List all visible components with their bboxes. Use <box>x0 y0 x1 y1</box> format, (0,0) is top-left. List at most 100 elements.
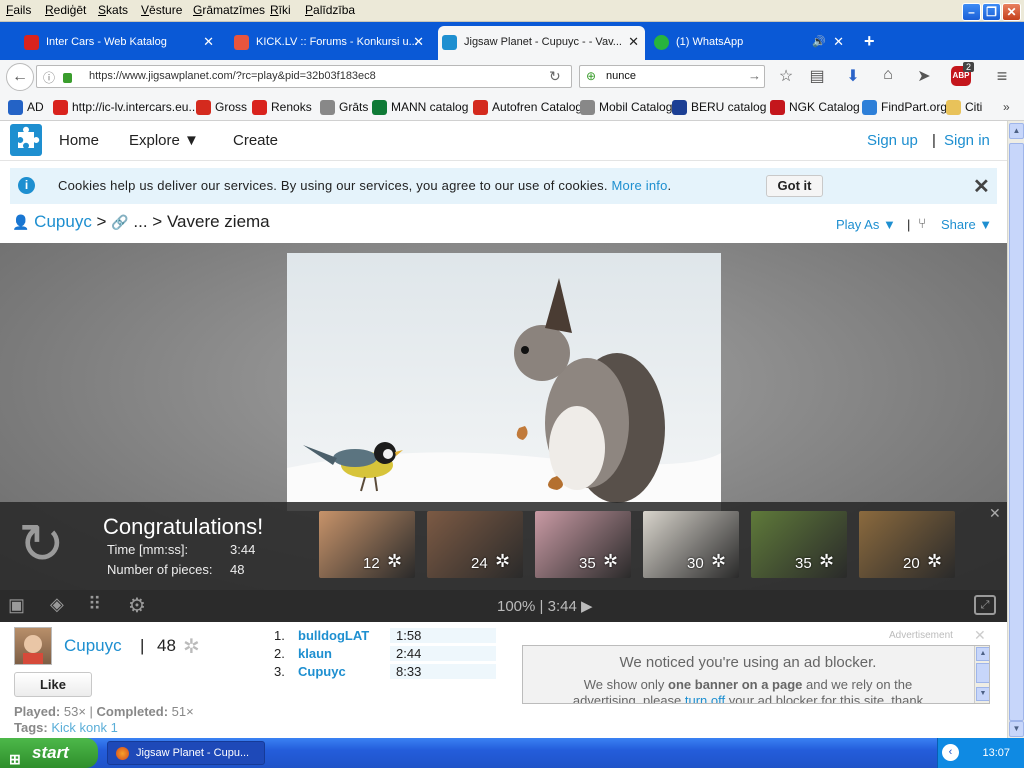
replay-icon[interactable]: ↻ <box>18 516 65 572</box>
suggested-puzzle-thumbnail[interactable]: 24 ✲ <box>427 511 523 578</box>
suggested-puzzle-thumbnail[interactable]: 12 ✲ <box>319 511 415 578</box>
bookmark-item[interactable]: MANN catalog <box>372 100 468 115</box>
bookmark-item[interactable]: Gross <box>196 100 248 115</box>
menu-history[interactable]: Vēsture <box>141 3 182 17</box>
suggested-puzzle-thumbnail[interactable]: 35 ✲ <box>535 511 631 578</box>
grid-icon[interactable]: ⠿ <box>88 594 101 615</box>
more-bookmarks-chevron-icon[interactable]: » <box>1003 100 1010 114</box>
scrollbar-thumb[interactable] <box>1009 143 1024 721</box>
search-input[interactable]: ⊕ nunce → <box>579 65 765 88</box>
share-dropdown[interactable]: Share ▼ <box>941 217 992 232</box>
jigsaw-planet-logo-icon[interactable] <box>10 124 42 156</box>
tag-link[interactable]: Kick konk 1 <box>51 720 117 735</box>
tab-jigsaw[interactable]: Jigsaw Planet - Cupuyc - - Vav... ✕ <box>438 26 645 60</box>
ad-scroll-down-icon[interactable]: ▼ <box>976 687 989 701</box>
minimize-button[interactable]: – <box>962 3 981 21</box>
close-tab-icon[interactable]: ✕ <box>833 28 844 56</box>
system-tray: ‹ 13:07 <box>937 738 1024 768</box>
start-button[interactable]: ⊞ start <box>0 738 98 768</box>
tab-whatsapp[interactable]: (1) WhatsApp 🔊 ✕ <box>650 28 850 58</box>
info-icon[interactable]: ⓘ <box>43 69 55 86</box>
share-icon[interactable]: ⑂ <box>918 215 926 231</box>
suggested-puzzle-thumbnail[interactable]: 35 ✲ <box>751 511 847 578</box>
turn-off-link[interactable]: turn off <box>685 693 725 703</box>
avatar[interactable] <box>14 627 52 665</box>
taskbar-window-firefox[interactable]: Jigsaw Planet - Cupu... <box>107 741 265 765</box>
breadcrumb-ellipsis[interactable]: ... <box>133 212 147 231</box>
bookmark-item[interactable]: Mobil Catalog <box>580 100 672 115</box>
reading-list-icon[interactable]: ▤ <box>806 66 828 86</box>
nav-explore[interactable]: Explore ▼ <box>129 132 199 149</box>
bookmark-item[interactable]: BERU catalog <box>672 100 766 115</box>
menu-bookmarks[interactable]: Grāmatzīmes <box>193 3 265 17</box>
bookmark-item[interactable]: http://ic-lv.intercars.eu... <box>53 100 199 115</box>
sign-in-link[interactable]: Sign in <box>944 132 990 149</box>
tray-expand-icon[interactable]: ‹ <box>942 744 959 761</box>
bookmark-item[interactable]: Grāts <box>320 100 368 115</box>
bookmark-item[interactable]: AD <box>8 100 44 115</box>
close-tab-icon[interactable]: ✕ <box>628 26 639 58</box>
image-preview-icon[interactable]: ▣ <box>8 595 25 616</box>
bookmark-item[interactable]: Autofren Catalog <box>473 100 582 115</box>
restore-button[interactable]: ❐ <box>982 3 1001 21</box>
menu-view[interactable]: Skats <box>98 3 128 17</box>
nav-create[interactable]: Create <box>233 132 278 149</box>
bookmark-item[interactable]: FindPart.org <box>862 100 947 115</box>
search-go-arrow-icon[interactable]: → <box>748 68 761 83</box>
leaderboard: 1. bulldogLAT 1:58 2. klaun 2:44 3. Cupuyc 8:33 <box>274 628 504 688</box>
sign-up-link[interactable]: Sign up <box>867 132 918 149</box>
close-tab-icon[interactable]: ✕ <box>203 28 214 56</box>
close-cookie-icon[interactable]: ✕ <box>973 174 990 199</box>
got-it-button[interactable]: Got it <box>766 175 823 197</box>
ghost-image-icon[interactable]: ◈ <box>50 594 64 615</box>
suggested-puzzle-thumbnail[interactable]: 20 ✲ <box>859 511 955 578</box>
send-icon[interactable]: ➤ <box>913 66 935 86</box>
ad-scrollbar[interactable]: ▲ ▼ <box>974 646 989 703</box>
fullscreen-icon[interactable]: ⤢ <box>974 595 996 615</box>
owner-name-link[interactable]: Cupuyc <box>64 636 122 656</box>
scroll-up-arrow-icon[interactable]: ▲ <box>1009 123 1024 139</box>
bookmark-item[interactable]: Citi <box>946 100 982 115</box>
leaderboard-player-link[interactable]: bulldogLAT <box>298 628 369 643</box>
close-tab-icon[interactable]: ✕ <box>413 28 424 56</box>
ad-scroll-up-icon[interactable]: ▲ <box>976 647 989 661</box>
leaderboard-player-link[interactable]: Cupuyc <box>298 664 346 679</box>
like-button[interactable]: Like <box>14 672 92 697</box>
time-label: Time [mm:ss]: <box>107 542 189 557</box>
breadcrumb-user-link[interactable]: Cupuyc <box>34 212 92 231</box>
reload-icon[interactable]: ↻ <box>549 68 561 85</box>
tab-kick[interactable]: KICK.LV :: Forums - Konkursi u... ✕ <box>230 28 430 58</box>
clock: 13:07 <box>982 747 1010 759</box>
page-scrollbar[interactable]: ▲ ▼ <box>1007 121 1024 738</box>
tab-intercars[interactable]: Inter Cars - Web Katalog ✕ <box>20 28 220 58</box>
ad-scroll-thumb[interactable] <box>976 663 989 683</box>
speaker-icon[interactable]: 🔊 <box>812 28 826 56</box>
menu-help[interactable]: Palīdzība <box>305 3 355 17</box>
address-bar[interactable]: ⓘ https://www.jigsawplanet.com/?rc=play&… <box>36 65 572 88</box>
scroll-down-arrow-icon[interactable]: ▼ <box>1009 721 1024 737</box>
close-window-button[interactable]: ✕ <box>1002 3 1021 21</box>
back-arrow-icon[interactable]: ← <box>6 63 34 91</box>
bookmark-star-icon[interactable]: ☆ <box>775 66 797 86</box>
bookmark-item[interactable]: Renoks <box>252 100 312 115</box>
settings-gear-icon[interactable]: ⚙ <box>128 593 146 618</box>
play-as-dropdown[interactable]: Play As ▼ <box>836 217 896 232</box>
start-label: start <box>32 743 69 762</box>
suggested-puzzle-thumbnail[interactable]: 30 ✲ <box>643 511 739 578</box>
close-congrats-icon[interactable]: ✕ <box>989 505 1001 522</box>
home-icon[interactable]: ⌂ <box>877 66 899 84</box>
close-ad-icon[interactable]: ✕ <box>974 627 986 644</box>
more-info-link[interactable]: More info <box>612 178 668 193</box>
link-chain-icon[interactable]: 🔗 <box>111 214 128 230</box>
bookmark-label: Gross <box>215 100 248 114</box>
menu-edit[interactable]: Rediģēt <box>45 3 86 17</box>
zoom-time-status: 100% | 3:44 ▶ <box>497 598 593 615</box>
hamburger-menu-icon[interactable]: ≡ <box>991 66 1013 87</box>
download-arrow-icon[interactable]: ⬇ <box>842 66 864 86</box>
menu-file[interactable]: Fails <box>6 3 31 17</box>
nav-home[interactable]: Home <box>59 132 99 149</box>
menu-tools[interactable]: Rīki <box>270 3 291 17</box>
new-tab-plus-icon[interactable]: + <box>864 31 875 52</box>
bookmark-item[interactable]: NGK Catalog <box>770 100 860 115</box>
leaderboard-player-link[interactable]: klaun <box>298 646 332 661</box>
